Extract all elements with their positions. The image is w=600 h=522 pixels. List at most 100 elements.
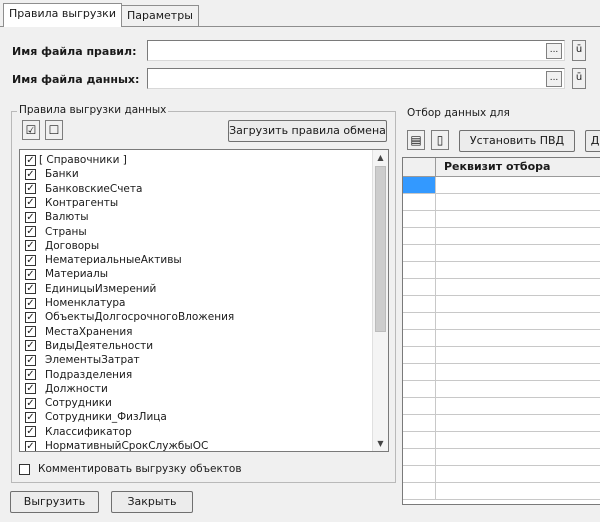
tree-item[interactable]: ✓ Банки [25, 167, 79, 181]
tree-item[interactable]: ✓ Сотрудники_ФизЛица [25, 410, 167, 424]
rules-file-select-button[interactable]: ... [546, 43, 562, 59]
grid-row-marker[interactable] [403, 381, 436, 398]
data-file-input[interactable] [147, 68, 565, 89]
grid-cell[interactable] [436, 211, 600, 228]
remove-row-icon[interactable]: ▯ [431, 130, 449, 150]
grid-cell[interactable] [436, 415, 600, 432]
grid-cell[interactable] [436, 347, 600, 364]
grid-row-marker[interactable] [403, 177, 436, 194]
tree-item-checkbox[interactable]: ✓ [25, 426, 36, 438]
grid-row-marker[interactable] [403, 415, 436, 432]
tree-item-checkbox[interactable]: ✓ [25, 411, 36, 423]
grid-row-marker[interactable] [403, 245, 436, 262]
tree-item-checkbox[interactable]: ✓ [25, 211, 36, 223]
tree-item[interactable]: ✓ ОбъектыДолгосрочногоВложения [25, 310, 234, 324]
scrollbar-thumb[interactable] [375, 166, 386, 332]
tree-item[interactable]: ✓ Договоры [25, 239, 99, 253]
tree-item[interactable]: ✓ НематериальныеАктивы [25, 253, 182, 267]
tree-item-checkbox[interactable]: ✓ [25, 311, 36, 323]
tree-item[interactable]: ✓ Страны [25, 225, 87, 239]
set-filter-button[interactable]: Установить ПВД [459, 130, 575, 152]
grid-cell[interactable] [436, 398, 600, 415]
tree-item-checkbox[interactable]: ✓ [25, 168, 36, 180]
filter-grid[interactable]: Реквизит отбора [402, 157, 600, 505]
tree-item[interactable]: ✓ ЕдиницыИзмерений [25, 282, 156, 296]
grid-cell[interactable] [436, 364, 600, 381]
tree-item[interactable]: ✓ Подразделения [25, 368, 132, 382]
add-row-icon[interactable]: ▤ [407, 130, 425, 150]
tree-item-checkbox[interactable]: ✓ [25, 283, 36, 295]
data-file-select-button[interactable]: ... [546, 71, 562, 87]
grid-row-marker[interactable] [403, 449, 436, 466]
tree-item[interactable]: ✓ ВидыДеятельности [25, 339, 153, 353]
filter-attribute-column-header[interactable]: Реквизит отбора [436, 158, 600, 177]
data-file-open-button[interactable]: ū [572, 68, 586, 89]
grid-row-marker[interactable] [403, 228, 436, 245]
grid-cell[interactable] [436, 330, 600, 347]
tree-item[interactable]: ✓ ЭлементыЗатрат [25, 353, 140, 367]
export-rules-tree[interactable]: ✓[ Справочники ] ✓ Банки ✓ БанковскиеСчета ✓ К… [19, 149, 389, 452]
comment-export-checkbox[interactable] [19, 463, 30, 475]
tree-item[interactable]: ✓ Должности [25, 382, 108, 396]
grid-cell[interactable] [436, 466, 600, 483]
grid-row-marker[interactable] [403, 211, 436, 228]
tree-item-checkbox[interactable]: ✓ [25, 226, 36, 237]
check-all-icon[interactable]: ☑ [22, 120, 40, 140]
tab-export-rules[interactable]: Правила выгрузки [3, 3, 122, 27]
grid-row-marker[interactable] [403, 279, 436, 296]
load-exchange-rules-button[interactable]: Загрузить правила обмена [228, 120, 387, 142]
grid-cell[interactable] [436, 279, 600, 296]
tree-item[interactable]: ✓ Валюты [25, 210, 89, 224]
grid-cell[interactable] [436, 194, 600, 211]
rules-file-open-button[interactable]: ū [572, 40, 586, 61]
grid-row-marker[interactable] [403, 466, 436, 483]
grid-cell[interactable] [436, 432, 600, 449]
grid-cell[interactable] [436, 262, 600, 279]
tree-item[interactable]: ✓ БанковскиеСчета [25, 182, 142, 196]
close-button[interactable]: Закрыть [111, 491, 193, 513]
tree-item[interactable]: ✓ Сотрудники [25, 396, 112, 410]
grid-cell[interactable] [436, 381, 600, 398]
tree-item-checkbox[interactable]: ✓ [25, 383, 36, 395]
tree-item-checkbox[interactable]: ✓ [25, 397, 36, 409]
tree-item-checkbox[interactable]: ✓ [25, 183, 36, 195]
tree-item-checkbox[interactable]: ✓ [25, 369, 36, 380]
grid-row-marker[interactable] [403, 262, 436, 279]
tree-vertical-scrollbar[interactable]: ▲ ▼ [372, 150, 388, 451]
tree-item-checkbox[interactable]: ✓ [25, 268, 36, 280]
uncheck-all-icon[interactable]: ☐ [45, 120, 63, 140]
grid-row-marker[interactable] [403, 432, 436, 449]
tree-item[interactable]: ✓ Классификатор [25, 425, 132, 439]
grid-row-marker[interactable] [403, 398, 436, 415]
tree-item[interactable]: ✓ Номенклатура [25, 296, 125, 310]
grid-cell[interactable] [436, 228, 600, 245]
scroll-down-icon[interactable]: ▼ [373, 436, 388, 451]
grid-row-marker[interactable] [403, 347, 436, 364]
grid-row-marker[interactable] [403, 194, 436, 211]
grid-cell[interactable] [436, 245, 600, 262]
grid-cell[interactable] [436, 177, 600, 194]
grid-cell[interactable] [436, 483, 600, 500]
tree-item[interactable]: ✓ МестаХранения [25, 325, 132, 339]
tree-item-checkbox[interactable]: ✓ [25, 254, 36, 266]
tree-item-checkbox[interactable]: ✓ [25, 240, 36, 252]
export-button[interactable]: Выгрузить [10, 491, 99, 513]
tree-item-checkbox[interactable]: ✓ [25, 354, 36, 366]
tree-item[interactable]: ✓ Материалы [25, 267, 108, 281]
tree-item-checkbox[interactable]: ✓ [25, 326, 36, 338]
tree-item-checkbox[interactable]: ✓ [25, 340, 36, 352]
tree-item-checkbox[interactable]: ✓ [25, 297, 36, 309]
grid-row-marker[interactable] [403, 296, 436, 313]
rules-file-input[interactable] [147, 40, 565, 61]
tab-parameters[interactable]: Параметры [121, 5, 199, 26]
scroll-up-icon[interactable]: ▲ [373, 150, 388, 165]
tree-item[interactable]: ✓ НормативныйСрокСлужбыОС [25, 439, 208, 451]
grid-row-marker[interactable] [403, 313, 436, 330]
grid-row-marker[interactable] [403, 364, 436, 381]
tree-item-checkbox[interactable]: ✓ [25, 154, 36, 166]
grid-cell[interactable] [436, 313, 600, 330]
extra-filter-button[interactable]: Д [585, 130, 600, 152]
grid-cell[interactable] [436, 296, 600, 313]
tree-item-checkbox[interactable]: ✓ [25, 197, 36, 209]
tree-item[interactable]: ✓ Контрагенты [25, 196, 118, 210]
